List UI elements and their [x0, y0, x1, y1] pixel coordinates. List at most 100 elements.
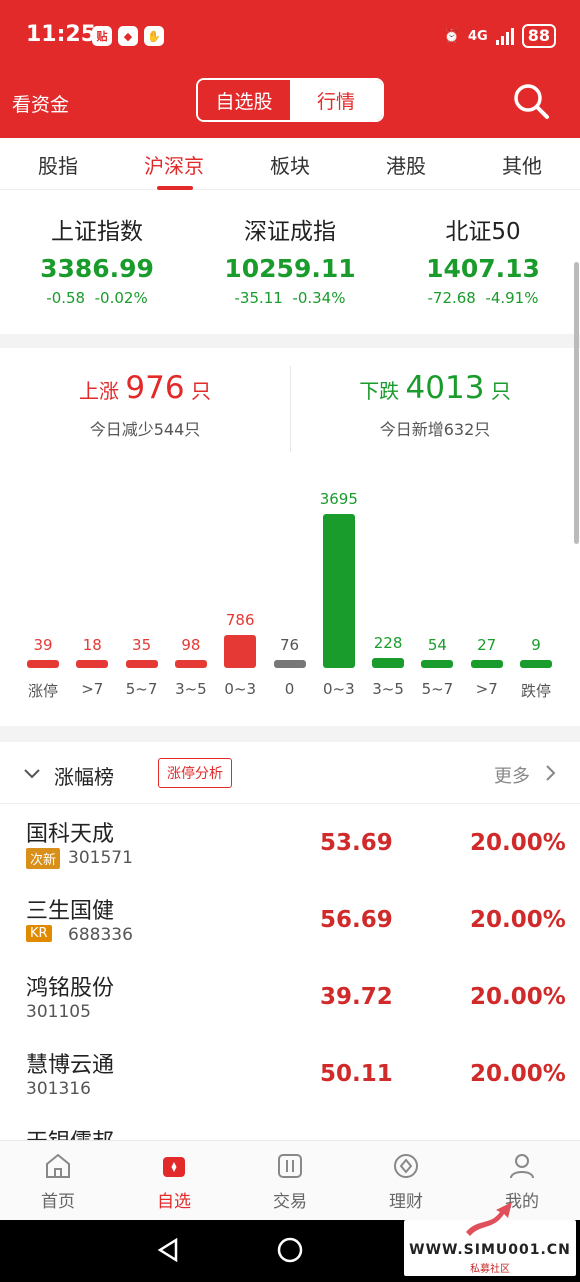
index-name: 北证50 — [445, 219, 521, 245]
stock-change-pct: 20.00% — [470, 1061, 566, 1087]
segment-watchlist[interactable]: 自选股 — [198, 80, 290, 120]
tab-hu-shen-jing[interactable]: 沪深京 — [124, 150, 224, 179]
market-breadth-panel: 上涨 976 只 今日减少544只 下跌 4013 只 今日新增632只 39 涨… — [0, 348, 580, 726]
watermark-subtext: 私募社区 — [470, 1264, 510, 1275]
index-name: 深证成指 — [244, 219, 336, 245]
stock-code: 301316 — [26, 1079, 91, 1099]
distribution-bar — [174, 660, 207, 668]
segment-control: 自选股 行情 — [196, 78, 384, 122]
nav-trade[interactable]: 交易 — [250, 1151, 330, 1212]
bar-category-label: 0 — [284, 680, 295, 698]
stock-row[interactable]: 三生国健 KR 688336 56.69 20.00% — [0, 881, 580, 958]
notification-icons: 贴 ◆ ✋ — [92, 26, 164, 46]
scrollbar[interactable] — [574, 262, 579, 544]
limit-up-analysis-button[interactable]: 涨停分析 — [158, 758, 232, 788]
stock-change-pct: 20.00% — [470, 907, 566, 933]
nav-home[interactable]: 首页 — [18, 1151, 98, 1212]
stock-change-pct: 20.00% — [470, 984, 566, 1010]
advancers-summary[interactable]: 上涨 976 只 今日减少544只 — [0, 370, 290, 440]
watermark-text: WWW.SIMU001.CN — [409, 1242, 571, 1258]
bar-category-label: 3~5 — [175, 680, 207, 698]
index-card-shanghai[interactable]: 上证指数 3386.99 -0.58 -0.02% — [0, 212, 194, 307]
stock-name: 三生国健 — [26, 899, 115, 924]
index-value: 10259.11 — [224, 254, 356, 283]
chevron-down-icon[interactable] — [22, 764, 42, 784]
distribution-bar — [125, 660, 158, 668]
advancers-count: 976 — [125, 370, 185, 406]
stock-code: 688336 — [68, 925, 133, 945]
tab-other[interactable]: 其他 — [472, 150, 572, 179]
stock-price: 50.11 — [320, 1061, 393, 1087]
stock-row[interactable]: 慧博云通 301316 50.11 20.00% — [0, 1035, 580, 1112]
decliners-summary[interactable]: 下跌 4013 只 今日新增632只 — [290, 370, 580, 440]
decliners-label: 下跌 — [359, 379, 400, 403]
advancers-label: 上涨 — [79, 379, 120, 403]
tab-index[interactable]: 股指 — [8, 150, 108, 179]
distribution-bar — [470, 660, 503, 668]
bar-value-label: 9 — [531, 636, 541, 654]
nav-wealth-label: 理财 — [389, 1192, 423, 1212]
stock-row[interactable]: 天银儒邦 — [0, 1112, 580, 1140]
bar-category-label: 5~7 — [421, 680, 454, 698]
more-link[interactable]: 更多 — [494, 762, 530, 788]
bar-value-label: 35 — [132, 636, 152, 654]
trade-icon — [278, 1154, 302, 1178]
stock-row[interactable]: 鸿铭股份 301105 39.72 20.00% — [0, 958, 580, 1035]
alarm-icon: ⏰ — [443, 28, 461, 44]
bar-value-label: 76 — [279, 636, 300, 654]
watchlist-icon — [163, 1157, 185, 1177]
index-value: 1407.13 — [426, 254, 540, 283]
tieba-notification-icon: 贴 — [92, 26, 112, 46]
distribution-bar — [76, 660, 109, 668]
battery-indicator: 88 — [521, 24, 556, 48]
distribution-bar — [273, 660, 306, 668]
nav-watchlist[interactable]: 自选 — [134, 1151, 214, 1212]
decliners-count: 4013 — [405, 370, 485, 406]
app-notification-icon: ◆ — [118, 26, 138, 46]
ranking-title[interactable]: 涨幅榜 — [54, 761, 114, 790]
distribution-bar — [224, 635, 257, 668]
user-icon — [510, 1154, 534, 1179]
index-value: 3386.99 — [40, 254, 154, 283]
nav-home-label: 首页 — [41, 1192, 75, 1212]
stock-name: 鸿铭股份 — [26, 976, 115, 1001]
stock-price: 53.69 — [320, 830, 393, 856]
view-funds-link[interactable]: 看资金 — [12, 90, 69, 117]
tab-sector[interactable]: 板块 — [240, 150, 340, 179]
watermark-arrow-icon — [466, 1202, 512, 1236]
stock-name: 天银儒邦 — [26, 1124, 114, 1140]
tab-hk-stocks[interactable]: 港股 — [356, 150, 456, 179]
bar-value-label: 228 — [373, 634, 403, 652]
bar-category-label: >7 — [81, 680, 104, 698]
bar-value-label: 54 — [427, 636, 447, 654]
index-change: -72.68 -4.91% — [427, 289, 539, 307]
distribution-bar — [27, 660, 59, 668]
back-icon[interactable] — [154, 1236, 182, 1264]
index-change: -0.58 -0.02% — [46, 289, 148, 307]
stock-price: 39.72 — [320, 984, 393, 1010]
segment-market[interactable]: 行情 — [290, 80, 382, 120]
chevron-right-icon[interactable] — [542, 764, 558, 782]
home-icon — [46, 1153, 70, 1178]
index-card-beizheng[interactable]: 北证50 1407.13 -72.68 -4.91% — [386, 212, 580, 307]
bar-category-label: 跌停 — [520, 682, 551, 700]
stock-change-pct: 20.00% — [470, 830, 566, 856]
nav-trade-label: 交易 — [273, 1192, 307, 1212]
nav-wealth[interactable]: 理财 — [366, 1151, 446, 1212]
bar-value-label: 786 — [225, 611, 255, 629]
watermark-logo: WWW.SIMU001.CN 私募社区 — [404, 1202, 576, 1276]
index-card-shenzhen[interactable]: 深证成指 10259.11 -35.11 -0.34% — [193, 212, 387, 307]
hand-notification-icon: ✋ — [144, 26, 164, 46]
index-change: -35.11 -0.34% — [234, 289, 346, 307]
stock-code: 301571 — [68, 848, 133, 868]
search-icon[interactable] — [512, 82, 550, 120]
bar-value-label: 18 — [82, 636, 102, 654]
stock-row[interactable]: 国科天成 次新 301571 53.69 20.00% — [0, 804, 580, 881]
bar-category-label: 涨停 — [27, 682, 58, 700]
bar-value-label: 3695 — [319, 490, 358, 508]
home-circle-icon[interactable] — [276, 1236, 304, 1264]
status-time: 11:25 — [26, 22, 97, 47]
bar-value-label: 39 — [33, 636, 53, 654]
market-tabs: 股指 沪深京 板块 港股 其他 — [0, 138, 580, 190]
stock-name: 慧博云通 — [26, 1053, 115, 1078]
